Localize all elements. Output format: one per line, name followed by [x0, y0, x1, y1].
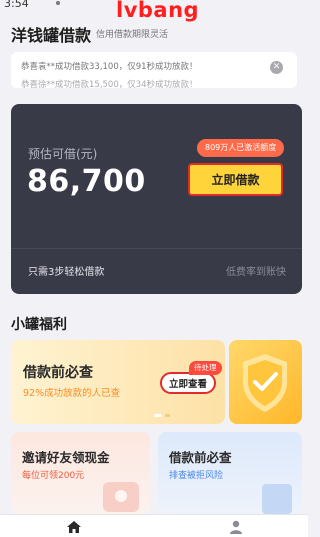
status-bar-time: 3:54 — [4, 0, 29, 10]
pending-badge: 待处理 — [189, 361, 222, 375]
carousel-dot-active — [154, 414, 162, 417]
loan-amount: 86,700 — [27, 164, 146, 199]
close-icon[interactable]: ✕ — [270, 61, 283, 74]
report-document-icon — [262, 484, 292, 514]
view-now-button[interactable]: 立即查看 — [160, 372, 216, 394]
envelope-seal-icon — [115, 490, 127, 502]
three-steps-text: 只需3步轻松借款 — [28, 267, 105, 278]
notice-marquee: 恭喜袁**成功借款33,100，仅91秒成功放款！ 恭喜徐**成功借款15,50… — [11, 52, 297, 88]
watermark-text: lvbang — [116, 0, 200, 22]
carousel-dot — [165, 414, 170, 417]
notice-line-1: 恭喜袁**成功借款33,100，仅91秒成功放款！ — [21, 62, 198, 72]
status-dot-icon — [56, 1, 60, 5]
borrow-now-button[interactable]: 立即借款 — [188, 163, 283, 196]
shield-promo-tile[interactable] — [229, 340, 302, 424]
profile-icon[interactable] — [228, 520, 244, 534]
notice-line-2: 恭喜徐**成功借款15,500，仅34秒成功放款！ — [21, 80, 198, 88]
card-divider — [11, 248, 302, 249]
shield-check-icon — [243, 354, 287, 412]
bottom-nav — [0, 514, 308, 537]
credit-check-banner[interactable]: 借款前必查 92%成功放款的人已查 立即查看 待处理 — [11, 340, 225, 424]
invite-friends-card[interactable]: 邀请好友领现金 每位可领200元 — [11, 432, 150, 514]
precheck-card[interactable]: 借款前必查 排查被拒风险 — [158, 432, 302, 514]
app-title: 洋钱罐借款 — [11, 26, 92, 45]
banner-title: 借款前必查 — [23, 365, 93, 381]
home-icon[interactable] — [66, 520, 82, 534]
invite-subtitle: 每位可领200元 — [22, 471, 85, 481]
benefits-section-title: 小罐福利 — [11, 317, 67, 333]
app-subtitle: 信用借款期限灵活 — [96, 30, 169, 40]
loan-label: 预估可借(元) — [28, 147, 98, 161]
precheck-title: 借款前必查 — [169, 450, 232, 465]
invite-title: 邀请好友领现金 — [22, 450, 110, 465]
users-activated-badge: 809万人已激活额度 — [197, 139, 285, 157]
low-rate-text: 低费率到账快 — [226, 267, 286, 278]
carousel-dots — [154, 414, 170, 417]
banner-subtitle: 92%成功放款的人已查 — [23, 388, 121, 399]
loan-card: 预估可借(元) 86,700 809万人已激活额度 立即借款 只需3步轻松借款 … — [11, 104, 302, 294]
precheck-subtitle: 排查被拒风险 — [169, 471, 224, 481]
